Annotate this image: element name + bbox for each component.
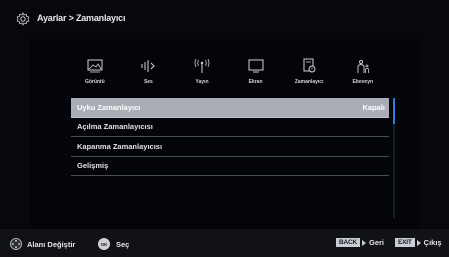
menu-item-label: Gelişmiş xyxy=(77,161,109,171)
menu-item-off-timer[interactable]: Kapanma Zamanlayıcısı xyxy=(71,137,389,157)
menu-item-label: Uyku Zamanlayıcı xyxy=(77,102,141,112)
select-hint: OK Seç xyxy=(98,238,129,250)
scrollbar[interactable] xyxy=(393,98,395,218)
menu-item-label: Açılma Zamanlayıcısı xyxy=(77,122,153,132)
nav-label: Alanı Değiştir xyxy=(27,239,76,249)
tab-screen[interactable]: Ekran xyxy=(229,57,283,91)
tab-parental[interactable]: Ebeveyn xyxy=(336,57,390,91)
sound-icon xyxy=(141,60,156,72)
arrow-right-icon xyxy=(416,239,421,246)
tab-label: Yayın xyxy=(195,79,209,85)
footer-bar: Alanı Değiştir OK Seç BACK Geri EXIT Çık… xyxy=(0,229,449,257)
antenna-icon xyxy=(194,58,210,73)
tab-label: Ekran xyxy=(248,79,263,85)
back-key-badge: BACK xyxy=(336,238,360,247)
scrollbar-thumb[interactable] xyxy=(393,98,395,124)
back-label: Geri xyxy=(368,238,384,247)
exit-label: Çıkış xyxy=(423,238,442,247)
header-bar: Ayarlar > Zamanlayıcı xyxy=(0,0,449,38)
exit-key-badge: EXIT xyxy=(395,238,415,247)
tab-sound[interactable]: Ses xyxy=(122,57,176,91)
menu-item-on-timer[interactable]: Açılma Zamanlayıcısı xyxy=(71,118,389,137)
ok-button-icon: OK xyxy=(98,238,110,250)
picture-icon xyxy=(87,59,103,73)
arrow-right-icon xyxy=(361,239,366,246)
nav-pad-icon xyxy=(10,238,22,250)
parental-icon xyxy=(357,60,369,73)
tab-timer[interactable]: Zamanlayıcı xyxy=(282,57,336,91)
timer-icon xyxy=(303,58,316,73)
tab-label: Zamanlayıcı xyxy=(294,79,324,85)
menu-item-value: Kapalı xyxy=(362,102,385,112)
menu-item-sleep-timer[interactable]: Uyku Zamanlayıcı Kapalı xyxy=(71,98,389,118)
tab-broadcast[interactable]: Yayın xyxy=(175,57,229,91)
select-label: Seç xyxy=(116,239,130,249)
tab-label: Ses xyxy=(143,79,153,85)
tab-picture[interactable]: Görüntü xyxy=(68,57,122,91)
breadcrumb: Ayarlar > Zamanlayıcı xyxy=(37,13,126,23)
menu-item-label: Kapanma Zamanlayıcısı xyxy=(77,141,163,151)
tab-label: Görüntü xyxy=(84,79,105,85)
timer-menu: Uyku Zamanlayıcı Kapalı Açılma Zamanlayı… xyxy=(71,98,389,176)
gear-icon xyxy=(16,12,30,26)
category-tabs: Görüntü Ses Yayın Ekran Zamanlayıcı Ebev… xyxy=(68,57,390,91)
menu-item-advanced[interactable]: Gelişmiş xyxy=(71,157,389,176)
back-hint: BACK Geri xyxy=(336,238,384,247)
tab-label: Ebeveyn xyxy=(352,79,374,85)
change-area-hint: Alanı Değiştir xyxy=(10,238,75,250)
monitor-icon xyxy=(248,59,264,73)
exit-hint: EXIT Çıkış xyxy=(395,238,442,247)
